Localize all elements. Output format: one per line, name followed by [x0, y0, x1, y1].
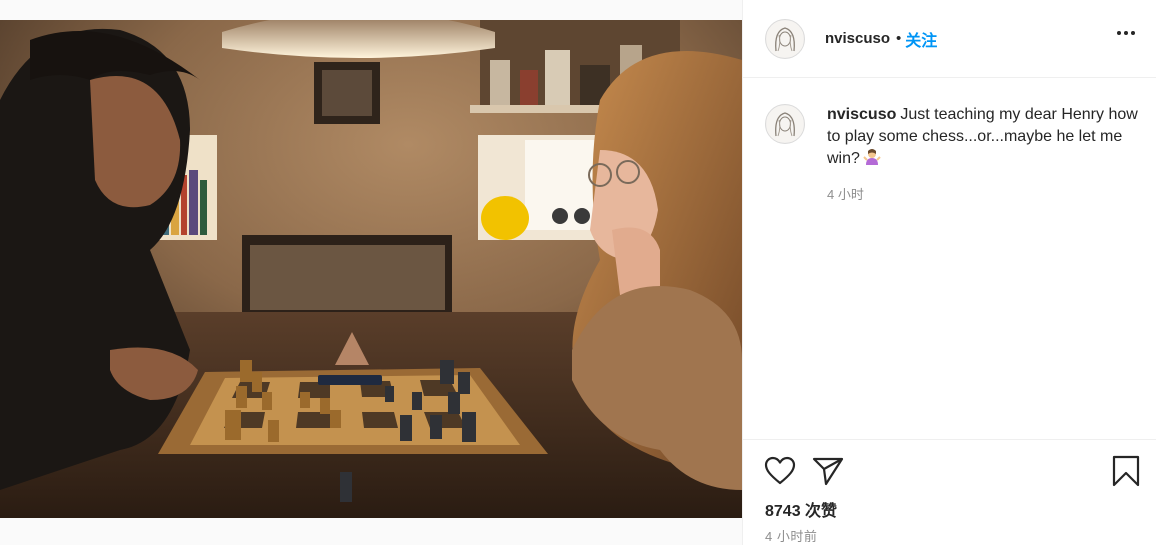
chess-scene-image — [0, 20, 742, 518]
post-timestamp[interactable]: 4 小时前 — [765, 526, 817, 545]
post-photo[interactable] — [0, 20, 742, 518]
username-link[interactable]: nviscuso — [825, 30, 890, 47]
follow-button[interactable]: 关注 — [905, 27, 937, 51]
caption-avatar[interactable] — [765, 104, 805, 144]
more-options-icon[interactable] — [1111, 22, 1141, 44]
paper-plane-icon[interactable] — [811, 454, 845, 488]
caption-comment: nviscuso Just teaching my dear Henry how … — [765, 104, 1145, 203]
post-page: nviscuso • 关注 nviscuso Just teaching my … — [0, 0, 1156, 545]
avatar-portrait-icon — [767, 20, 803, 57]
likes-count[interactable]: 8743 次赞 — [765, 497, 837, 521]
caption-text-block: nviscuso Just teaching my dear Henry how … — [827, 104, 1145, 170]
caption-body: nviscuso Just teaching my dear Henry how … — [827, 104, 1145, 203]
caption-username[interactable]: nviscuso — [827, 106, 896, 123]
post-header: nviscuso • 关注 — [743, 0, 1156, 78]
bookmark-icon[interactable] — [1109, 454, 1143, 488]
heart-icon[interactable] — [763, 454, 797, 488]
user-avatar[interactable] — [765, 18, 805, 59]
comment-timestamp: 4 小时 — [827, 187, 864, 202]
post-sidebar: nviscuso • 关注 nviscuso Just teaching my … — [742, 0, 1156, 545]
woman-shrugging-emoji-icon — [863, 148, 881, 166]
post-actions-section: 8743 次赞 4 小时前 — [743, 439, 1156, 545]
follow-separator: • — [896, 30, 902, 47]
action-bar — [763, 454, 1143, 488]
avatar-portrait-icon — [767, 106, 803, 142]
